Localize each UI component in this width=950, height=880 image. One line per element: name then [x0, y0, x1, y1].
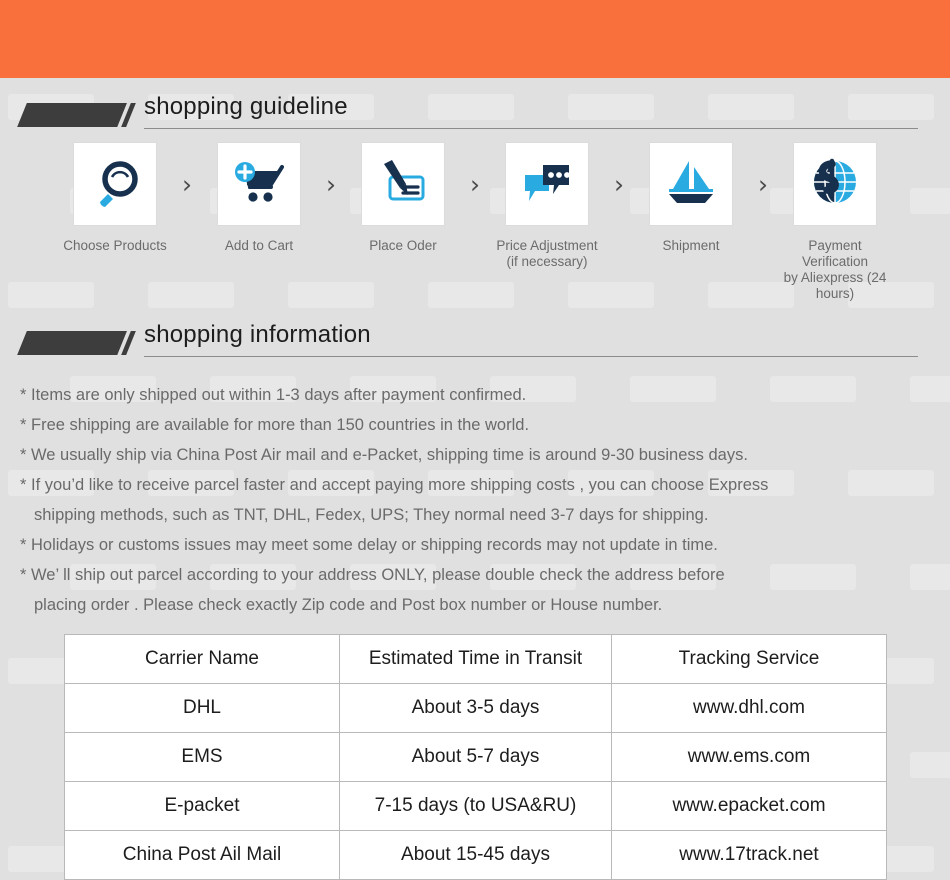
- step-shipment: Shipment: [632, 142, 750, 254]
- information-title: shopping information: [144, 321, 371, 348]
- table-cell-tracking: www.ems.com: [611, 732, 887, 782]
- pen-check-icon: [375, 155, 431, 214]
- table-cell-transit: About 15-45 days: [339, 830, 612, 880]
- step-add-to-cart: Add to Cart: [200, 142, 318, 254]
- carrier-table: Carrier Name Estimated Time in Transit T…: [64, 634, 887, 880]
- table-cell-transit: 7-15 days (to USA&RU): [339, 781, 612, 831]
- table-row: EMS About 5-7 days www.ems.com: [64, 732, 887, 782]
- step-label: Place Oder: [369, 238, 437, 253]
- step-icon-card: [793, 142, 877, 226]
- table-header-cell: Tracking Service: [611, 634, 887, 684]
- step-icon-card: [649, 142, 733, 226]
- table-cell-transit: About 3-5 days: [339, 683, 612, 733]
- information-section-header: shopping information: [0, 320, 950, 366]
- table-row: DHL About 3-5 days www.dhl.com: [64, 683, 887, 733]
- table-row: E-packet 7-15 days (to USA&RU) www.epack…: [64, 781, 887, 831]
- info-line: placing order . Please check exactly Zip…: [34, 596, 663, 614]
- step-place-order: Place Oder: [344, 142, 462, 254]
- step-icon-card: [217, 142, 301, 226]
- info-line: * Items are only shipped out within 1-3 …: [20, 386, 527, 404]
- step-label: Choose Products: [63, 238, 167, 253]
- chevron-right-icon-3: ›: [470, 170, 480, 199]
- dollar-globe-icon: [807, 155, 863, 214]
- table-cell-transit: About 5-7 days: [339, 732, 612, 782]
- info-line: shipping methods, such as TNT, DHL, Fede…: [34, 506, 709, 524]
- info-line: * If you’d like to receive parcel faster…: [20, 476, 769, 494]
- table-cell-carrier: E-packet: [64, 781, 340, 831]
- table-cell-carrier: DHL: [64, 683, 340, 733]
- tag-slashes-icon: [103, 103, 136, 127]
- table-header-cell: Carrier Name: [64, 634, 340, 684]
- chevron-right-icon-2: ›: [326, 170, 336, 199]
- info-line: * Holidays or customs issues may meet so…: [20, 536, 718, 554]
- chat-bubbles-icon: [519, 155, 575, 214]
- add-to-cart-icon: [231, 155, 287, 214]
- guideline-divider: [144, 128, 918, 129]
- step-payment-verification: Payment Verification by Aliexpress (24 h…: [776, 142, 894, 302]
- guideline-section-header: shopping guideline: [0, 92, 950, 138]
- step-choose-products: Choose Products: [56, 142, 174, 254]
- guideline-steps: Choose Products › Add to Cart › Place Od…: [0, 142, 950, 302]
- table-header-row: Carrier Name Estimated Time in Transit T…: [64, 634, 887, 684]
- info-line: * Free shipping are available for more t…: [20, 416, 530, 434]
- carrier-table-wrapper: Carrier Name Estimated Time in Transit T…: [64, 634, 887, 880]
- chevron-right-icon-5: ›: [758, 170, 768, 199]
- chevron-right-icon-4: ›: [614, 170, 624, 199]
- information-divider: [144, 356, 918, 357]
- step-label: Price Adjustment (if necessary): [496, 238, 598, 269]
- step-label: Payment Verification by Aliexpress (24 h…: [783, 238, 887, 301]
- step-price-adjustment: Price Adjustment (if necessary): [488, 142, 606, 270]
- table-cell-carrier: China Post Ail Mail: [64, 830, 340, 880]
- table-cell-tracking: www.epacket.com: [611, 781, 887, 831]
- table-header-cell: Estimated Time in Transit: [339, 634, 612, 684]
- guideline-title: shopping guideline: [144, 93, 348, 120]
- table-cell-tracking: www.dhl.com: [611, 683, 887, 733]
- step-label: Shipment: [662, 238, 720, 253]
- shipping-info-list: * Items are only shipped out within 1-3 …: [20, 380, 950, 620]
- table-cell-carrier: EMS: [64, 732, 340, 782]
- chevron-right-icon-1: ›: [182, 170, 192, 199]
- tag-slashes-icon: [103, 331, 136, 355]
- step-icon-card: [73, 142, 157, 226]
- step-icon-card: [361, 142, 445, 226]
- table-cell-tracking: www.17track.net: [611, 830, 887, 880]
- info-line: * We usually ship via China Post Air mai…: [20, 446, 748, 464]
- step-icon-card: [505, 142, 589, 226]
- step-label: Add to Cart: [224, 238, 294, 253]
- top-banner: [0, 0, 950, 78]
- magnifier-icon: [88, 155, 142, 214]
- info-line: * We’ ll ship out parcel according to yo…: [20, 566, 725, 584]
- table-row: China Post Ail Mail About 15-45 days www…: [64, 830, 887, 880]
- sailboat-icon: [663, 155, 719, 214]
